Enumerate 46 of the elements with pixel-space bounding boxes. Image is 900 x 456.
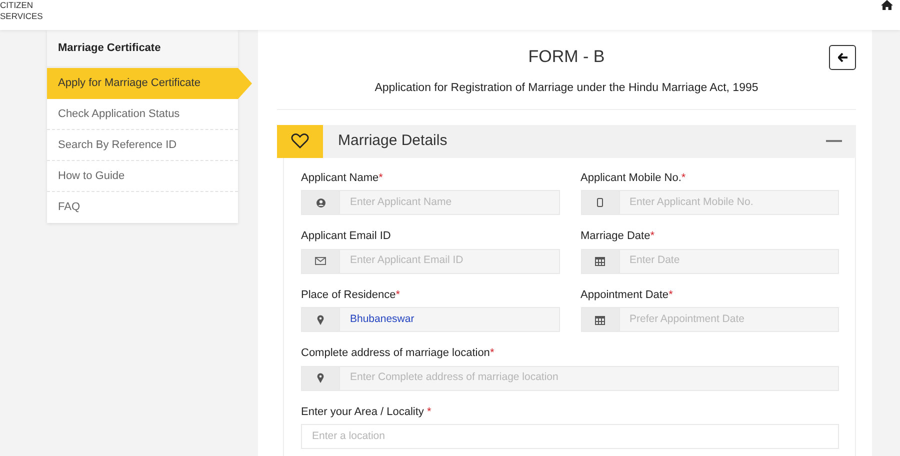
collapse-icon[interactable] <box>826 140 842 142</box>
field-label: Marriage Date* <box>580 229 656 244</box>
form-subtitle: Application for Registration of Marriage under the Hindu Marriage Act, 1995 <box>374 80 760 96</box>
input-field[interactable]: Bhubaneswar <box>339 307 560 332</box>
input-field[interactable]: Enter a location <box>301 424 839 450</box>
arrow-left-icon <box>838 53 848 62</box>
field-label: Applicant Name* <box>301 170 384 186</box>
sidebar-item[interactable]: Check Application Status <box>47 99 238 130</box>
location-pin-icon <box>317 314 324 325</box>
brand-text: CITIZEN <box>0 0 34 11</box>
required-marker: * <box>668 288 673 301</box>
required-marker: * <box>490 347 494 360</box>
sidebar-title: Marriage Certificate <box>47 30 238 68</box>
sidebar-item[interactable]: Search By Reference ID <box>47 130 238 161</box>
mobile-phone-icon <box>597 198 603 208</box>
field-label: Place of Residence* <box>301 288 402 303</box>
required-marker: * <box>396 288 400 301</box>
required-marker: * <box>378 172 383 184</box>
back-button[interactable] <box>829 45 856 70</box>
location-pin-icon <box>317 373 324 384</box>
required-marker: * <box>426 406 432 418</box>
input-field[interactable]: Enter Complete address of marriage location <box>339 366 839 391</box>
input-field[interactable]: Prefer Appointment Date <box>618 307 839 332</box>
sidebar-item[interactable]: FAQ <box>47 192 238 223</box>
sidebar-item[interactable]: Apply for Marriage Certificate <box>47 68 252 99</box>
home-icon[interactable] <box>881 0 893 11</box>
field-label: Enter your Area / Locality * <box>301 404 432 420</box>
input-field[interactable]: Enter Applicant Name <box>339 190 560 216</box>
person-icon <box>316 198 326 208</box>
section-header[interactable]: Marriage Details <box>277 124 856 158</box>
calendar-icon <box>595 314 605 325</box>
input-field[interactable]: Enter Date <box>618 248 839 274</box>
section-title: Marriage Details <box>338 131 448 151</box>
required-marker: * <box>650 230 654 242</box>
sidebar-item[interactable]: How to Guide <box>47 161 238 192</box>
form-title: FORM - B <box>528 46 605 68</box>
field-label: Applicant Mobile No.* <box>580 170 687 186</box>
required-marker: * <box>681 172 686 184</box>
input-field[interactable]: Enter Applicant Mobile No. <box>618 190 839 216</box>
brand-text: SERVICES <box>0 11 43 22</box>
envelope-icon <box>315 257 326 266</box>
field-label: Appointment Date* <box>580 288 674 303</box>
input-field[interactable]: Enter Applicant Email ID <box>339 248 560 274</box>
field-label: Applicant Email ID <box>301 229 392 244</box>
calendar-icon <box>595 256 605 266</box>
field-label: Complete address of marriage location* <box>301 346 496 362</box>
